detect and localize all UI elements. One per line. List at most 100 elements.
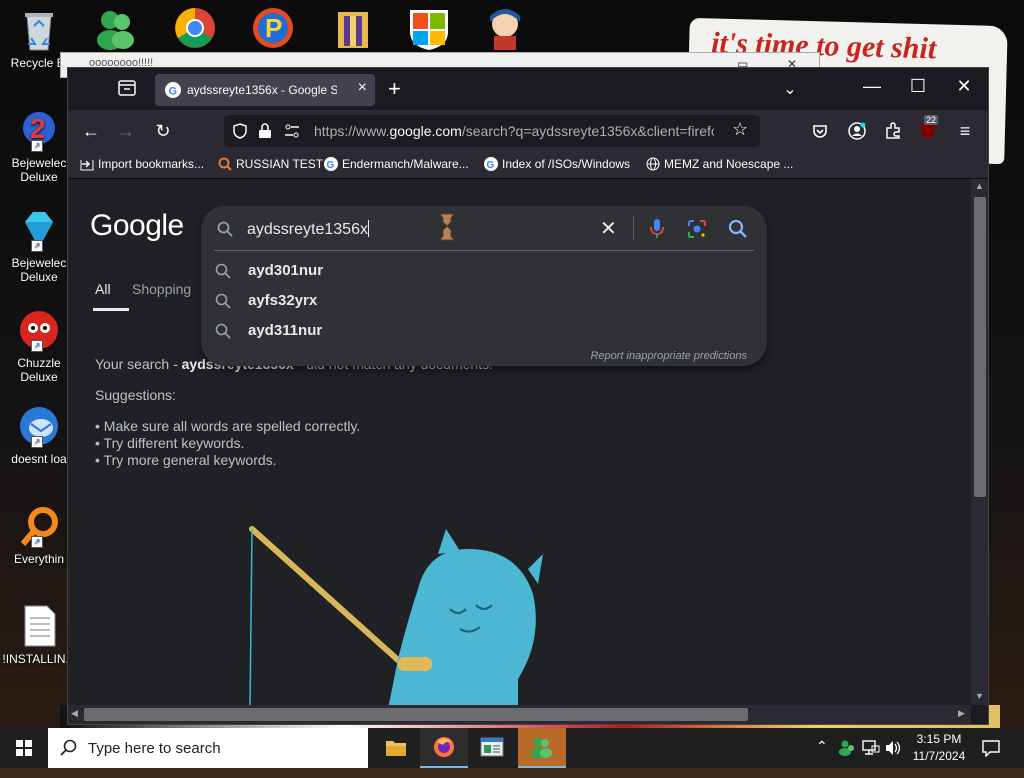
scroll-up-icon[interactable]: ▲ (975, 181, 984, 191)
volume-icon[interactable] (884, 740, 902, 756)
svg-text:P: P (265, 13, 282, 43)
windows-shield-icon[interactable] (404, 6, 454, 52)
bejeweled-deluxe-2-shortcut[interactable]: ↗ Bejewelec Deluxe (2, 208, 76, 284)
taskbar-clock[interactable]: 3:15 PM 11/7/2024 (904, 731, 974, 765)
search-icon (217, 221, 233, 237)
text-caret (367, 220, 369, 237)
bookmarks-toolbar: Import bookmarks... RUSSIAN TEST G Enderm… (68, 152, 988, 179)
google-favicon-icon: G (484, 157, 498, 171)
tab-strip: G aydssreyte1356x - Google Searc × + ⌄ —… (68, 68, 988, 110)
start-button[interactable] (0, 728, 48, 768)
lens-search-icon[interactable] (687, 219, 707, 239)
file-explorer-taskbar-button[interactable] (372, 728, 420, 768)
svg-text:G: G (327, 160, 335, 171)
scroll-right-icon[interactable]: ▶ (958, 708, 965, 719)
shortcut-arrow-icon: ↗ (31, 140, 43, 152)
close-window-button[interactable]: ✕ (944, 76, 984, 97)
search-input[interactable]: aydssreyte1356x (247, 220, 369, 239)
chuzzle-deluxe-shortcut[interactable]: ↗ Chuzzle Deluxe (2, 308, 76, 384)
vertical-scrollbar[interactable]: ▲ ▼ (971, 179, 988, 705)
firefox-view-button[interactable] (118, 80, 136, 96)
anime-character-icon[interactable] (480, 6, 530, 52)
extensions-puzzle-icon[interactable] (884, 122, 902, 140)
tab-all[interactable]: All (93, 281, 129, 311)
chrome-icon[interactable] (170, 6, 220, 52)
mouse-busy-cursor-icon (439, 213, 455, 241)
russian-test-icon (218, 157, 232, 171)
bookmark-star-icon[interactable]: ☆ (732, 119, 748, 140)
shortcut-arrow-icon: ↗ (31, 340, 43, 352)
doesnt-load-shortcut[interactable]: ↗ doesnt loa (2, 404, 76, 466)
folder-icon (386, 741, 406, 756)
network-icon[interactable] (862, 740, 880, 756)
lock-icon[interactable] (258, 123, 272, 139)
url-text[interactable]: https://www.google.com/search?q=aydssrey… (314, 123, 714, 139)
messenger-taskbar-button[interactable] (518, 728, 566, 768)
archive-folder-icon[interactable] (330, 6, 380, 52)
maximize-button[interactable]: ☐ (898, 76, 938, 97)
report-predictions-link[interactable]: Report inappropriate predictions (590, 350, 747, 362)
active-tab-indicator (93, 308, 129, 311)
google-logo[interactable]: Google (90, 209, 184, 243)
thunderbird-icon: ↗ (17, 404, 61, 448)
bookmark-memz-noescape[interactable]: MEMZ and Noescape ... (646, 157, 793, 171)
bejeweled-gem-icon: 2 ↗ (17, 108, 61, 152)
firefox-view-icon (118, 80, 136, 96)
messenger-tray-icon[interactable] (838, 739, 856, 757)
bookmark-isos-windows[interactable]: G Index of /ISOs/Windows (484, 157, 630, 171)
text-file-icon (17, 604, 61, 648)
permissions-icon[interactable] (284, 124, 300, 138)
import-icon (80, 160, 94, 171)
bejeweled-deluxe-shortcut[interactable]: 2 ↗ Bejewelec Deluxe (2, 108, 76, 184)
forward-button[interactable]: → (115, 120, 137, 142)
suggestions-heading: Suggestions: (95, 387, 176, 403)
bookmark-endermanch-malware[interactable]: G Endermanch/Malware... (324, 157, 469, 171)
msn-messenger-icon (531, 737, 552, 759)
horizontal-scrollbar[interactable]: ◀ ▶ (68, 705, 971, 724)
minimize-button[interactable]: — (852, 76, 892, 97)
voice-search-icon[interactable] (649, 218, 665, 240)
msn-messenger-icon[interactable] (92, 6, 142, 52)
tip-item: • Try different keywords. (95, 435, 245, 451)
tab-google-search[interactable]: G aydssreyte1356x - Google Searc × (155, 74, 375, 106)
pocket-icon[interactable] (812, 123, 828, 139)
notifications-icon[interactable] (982, 739, 1000, 757)
extension-badge: 22 (924, 115, 939, 125)
recycle-bin-icon (17, 8, 61, 52)
tracking-shield-icon[interactable] (232, 123, 248, 139)
control-panel-taskbar-button[interactable] (468, 728, 516, 768)
vertical-scroll-thumb[interactable] (974, 197, 986, 497)
window-app-icon (480, 737, 504, 757)
suggestion-item[interactable]: ayd301nur (215, 256, 755, 286)
bookmark-import[interactable]: Import bookmarks... (80, 157, 204, 171)
taskbar-search-box[interactable]: Type here to search (48, 728, 368, 768)
reload-button[interactable]: ↻ (152, 120, 174, 142)
everything-shortcut[interactable]: ↗ Everythin (2, 504, 76, 566)
installing-file-shortcut[interactable]: !INSTALLIN... (2, 604, 76, 666)
back-button[interactable]: ← (80, 120, 102, 142)
ublock-extension-button[interactable]: 22 (918, 115, 940, 142)
suggestion-item[interactable]: ayd311nur (215, 316, 755, 346)
tip-item: • Make sure all words are spelled correc… (95, 418, 361, 434)
google-favicon-icon: G (324, 157, 338, 171)
bookmark-russian-test[interactable]: RUSSIAN TEST (218, 157, 323, 171)
show-hidden-icons-button[interactable]: ⌃ (816, 738, 828, 778)
shortcut-arrow-icon: ↗ (31, 536, 43, 548)
scroll-left-icon[interactable]: ◀ (71, 708, 78, 719)
tab-close-button[interactable]: × (358, 79, 367, 97)
p-app-icon[interactable]: P (248, 6, 298, 52)
new-tab-button[interactable]: + (388, 76, 401, 102)
fishing-monster-illustration (249, 526, 543, 705)
app-menu-button[interactable]: ≡ (954, 120, 976, 142)
search-submit-icon[interactable] (728, 219, 748, 239)
account-icon[interactable] (848, 122, 866, 140)
horizontal-scroll-thumb[interactable] (84, 708, 748, 721)
suggestion-item[interactable]: ayfs32yrx (215, 286, 755, 316)
firefox-icon (434, 737, 454, 757)
list-all-tabs-button[interactable]: ⌄ (770, 79, 810, 99)
clear-search-button[interactable]: ✕ (600, 216, 617, 241)
tab-shopping[interactable]: Shopping (132, 281, 191, 297)
firefox-taskbar-button[interactable] (420, 728, 468, 768)
scroll-down-icon[interactable]: ▼ (975, 691, 984, 701)
url-bar[interactable]: https://www.google.com/search?q=aydssrey… (224, 115, 760, 147)
